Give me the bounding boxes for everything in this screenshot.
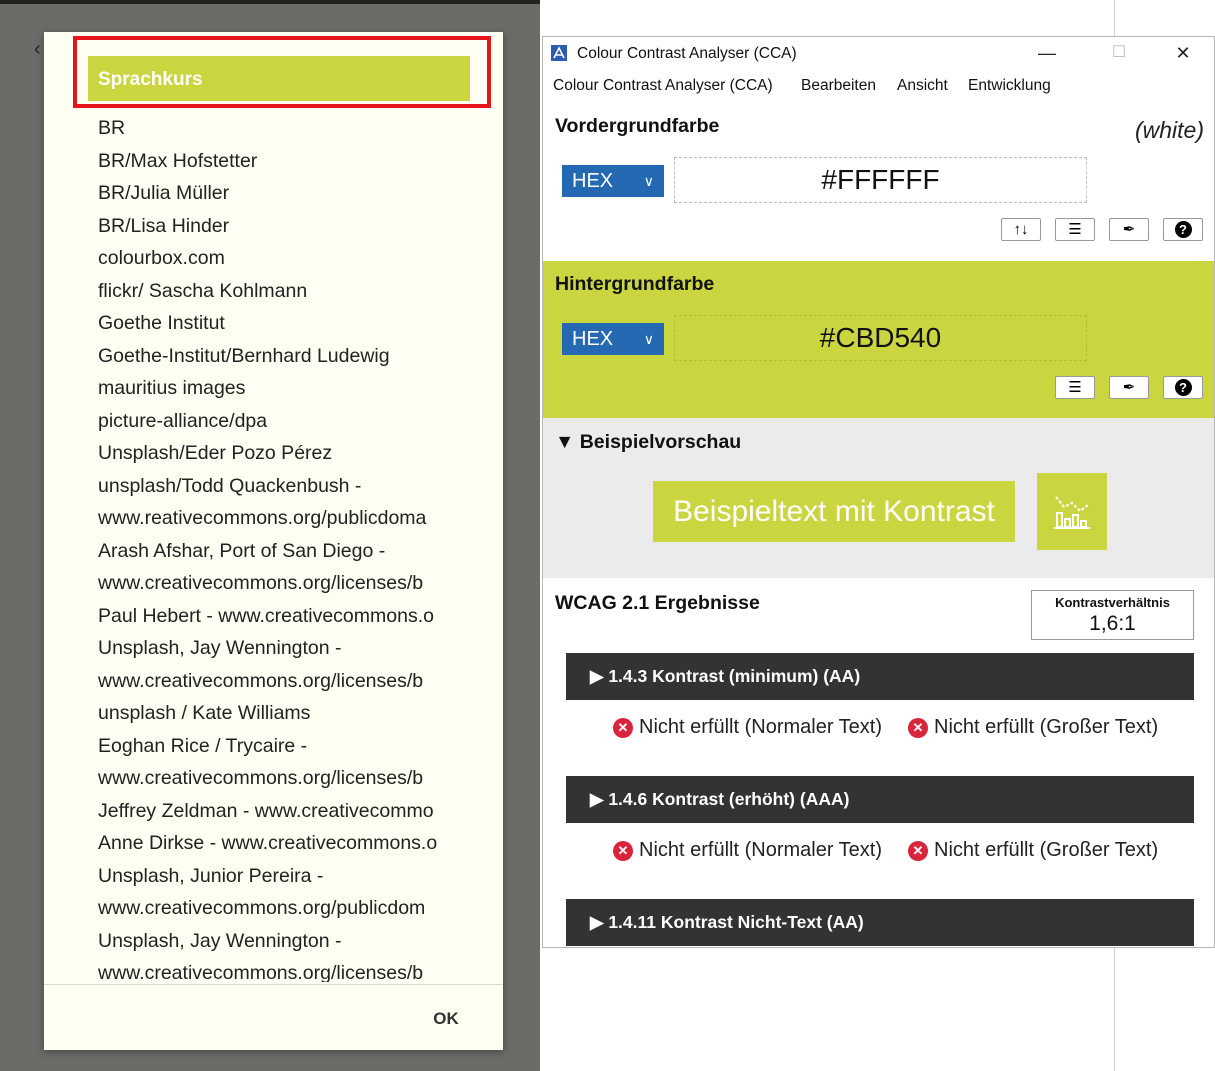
foreground-sliders-button[interactable]: ☰	[1055, 218, 1095, 241]
result-normal-text: ✕ Nicht erfüllt (Normaler Text)	[613, 715, 883, 739]
preview-section: ▼ Beispielvorschau Beispieltext mit Kont…	[543, 418, 1214, 578]
background-sliders-button[interactable]: ☰	[1055, 376, 1095, 399]
eyedropper-icon: ✒	[1122, 379, 1136, 396]
contrast-ratio-label: Kontrastverhältnis	[1055, 595, 1170, 610]
fail-icon: ✕	[908, 718, 928, 738]
list-item: Goethe-Institut/Bernhard Ludewig	[98, 344, 390, 367]
maximize-button[interactable]: ☐	[1099, 39, 1139, 67]
menu-app[interactable]: Colour Contrast Analyser (CCA)	[553, 77, 773, 95]
list-item: Unsplash, Junior Pereira -	[98, 864, 324, 887]
wcag-heading: WCAG 2.1 Ergebnisse	[555, 592, 760, 614]
chevron-down-icon: ∨	[643, 331, 654, 347]
foreground-format-select[interactable]: HEX ∨	[562, 165, 664, 197]
menu-bar: Colour Contrast Analyser (CCA) Bearbeite…	[543, 75, 1214, 99]
eyedropper-icon: ✒	[1122, 221, 1136, 238]
sample-text-preview: Beispieltext mit Kontrast	[653, 481, 1015, 542]
menu-bearbeiten[interactable]: Bearbeiten	[801, 77, 876, 95]
list-item: Unsplash, Jay Wennington -	[98, 929, 342, 952]
back-arrow-icon[interactable]: ‹	[34, 38, 41, 61]
list-item: www.creativecommons.org/licenses/b	[98, 962, 424, 982]
list-item: BR/Lisa Hinder	[98, 214, 230, 237]
criterion-1-4-3-toggle[interactable]: ▶ 1.4.3 Kontrast (minimum) (AA)	[566, 653, 1194, 700]
foreground-eyedropper-button[interactable]: ✒	[1109, 218, 1149, 241]
result-label: Nicht erfüllt (Normaler Text)	[639, 716, 883, 738]
ok-button[interactable]: OK	[416, 1004, 476, 1034]
background-eyedropper-button[interactable]: ✒	[1109, 376, 1149, 399]
list-item: www.creativecommons.org/publicdom	[98, 897, 426, 919]
result-label: Nicht erfüllt (Normaler Text)	[639, 839, 883, 861]
list-item: Arash Afshar, Port of San Diego -	[98, 539, 386, 562]
result-large-text: ✕ Nicht erfüllt (Großer Text)	[908, 715, 1208, 739]
result-label: Nicht erfüllt (Großer Text)	[934, 839, 1159, 861]
chart-icon	[1054, 496, 1090, 529]
list-item: www.reativecommons.org/publicdoma	[98, 507, 427, 529]
list-item: www.creativecommons.org/licenses/b	[98, 669, 424, 692]
fail-icon: ✕	[613, 841, 633, 861]
sample-graphic-preview	[1037, 473, 1107, 550]
foreground-help-button[interactable]: ?	[1163, 218, 1203, 241]
list-item: Jeffrey Zeldman - www.creativecommo	[98, 799, 434, 822]
foreground-color-name: (white)	[1134, 117, 1204, 143]
list-item: picture-alliance/dpa	[98, 409, 268, 432]
swap-icon: ↑↓	[1013, 221, 1029, 238]
list-item: Paul Hebert - www.creativecommons.o	[98, 604, 434, 627]
sliders-icon: ☰	[1068, 221, 1082, 238]
background-format-select[interactable]: HEX ∨	[562, 323, 664, 355]
dialog-title-bar: Sprachkurs	[88, 56, 470, 101]
sliders-icon: ☰	[1068, 379, 1082, 396]
credits-dialog: Sprachkurs BR BR/Max Hofstetter BR/Julia…	[44, 32, 503, 1050]
preview-toggle[interactable]: ▼ Beispielvorschau	[555, 431, 741, 454]
list-item: BR/Max Hofstetter	[98, 149, 258, 172]
cca-window: Colour Contrast Analyser (CCA) — ☐ ✕ Col…	[542, 36, 1215, 948]
foreground-heading: Vordergrundfarbe	[555, 115, 720, 137]
criterion-1-4-11-toggle[interactable]: ▶ 1.4.11 Kontrast Nicht-Text (AA)	[566, 899, 1194, 946]
help-icon: ?	[1174, 221, 1192, 238]
list-item: Unsplash/Eder Pozo Pérez	[98, 442, 333, 464]
dialog-title: Sprachkurs	[98, 69, 203, 90]
chevron-down-icon: ∨	[643, 173, 654, 189]
background-help-button[interactable]: ?	[1163, 376, 1203, 399]
background-section: Hintergrundfarbe HEX ∨ #CBD540 ☰ ✒ ?	[543, 261, 1214, 418]
menu-ansicht[interactable]: Ansicht	[897, 77, 948, 95]
help-icon: ?	[1174, 379, 1192, 396]
foreground-hex-input[interactable]: #FFFFFF	[674, 157, 1087, 203]
list-item: colourbox.com	[98, 247, 225, 269]
foreground-section: Vordergrundfarbe (white) HEX ∨ #FFFFFF ↑…	[543, 103, 1214, 261]
window-titlebar[interactable]: Colour Contrast Analyser (CCA) — ☐ ✕	[543, 37, 1214, 71]
background-heading: Hintergrundfarbe	[555, 273, 715, 295]
list-item: www.creativecommons.org/licenses/b	[98, 572, 424, 594]
result-normal-text: ✕ Nicht erfüllt (Normaler Text)	[613, 838, 883, 862]
fail-icon: ✕	[908, 841, 928, 861]
fail-icon: ✕	[613, 718, 633, 738]
close-button[interactable]: ✕	[1163, 39, 1203, 67]
background-hex-input[interactable]: #CBD540	[674, 315, 1087, 361]
window-title: Colour Contrast Analyser (CCA)	[577, 45, 797, 62]
wcag-results-section: WCAG 2.1 Ergebnisse Kontrastverhältnis 1…	[543, 578, 1214, 947]
list-item: BR/Julia Müller	[98, 182, 230, 204]
minimize-button[interactable]: —	[1027, 39, 1067, 67]
cca-app-icon	[551, 45, 567, 61]
list-item: www.creativecommons.org/licenses/b	[98, 767, 424, 789]
list-item: flickr/ Sascha Kohlmann	[98, 279, 308, 302]
list-item: Anne Dirkse - www.creativecommons.o	[98, 832, 438, 854]
list-item: Eoghan Rice / Trycaire -	[98, 734, 308, 757]
dialog-divider	[44, 984, 503, 985]
result-large-text: ✕ Nicht erfüllt (Großer Text)	[908, 838, 1208, 862]
format-label: HEX	[572, 170, 614, 192]
list-item: BR	[98, 117, 126, 139]
contrast-ratio-box: Kontrastverhältnis 1,6:1	[1031, 590, 1194, 640]
list-item: mauritius images	[98, 377, 246, 399]
list-item: unsplash/Todd Quackenbush -	[98, 474, 362, 497]
contrast-ratio-value: 1,6:1	[1089, 612, 1136, 635]
criterion-1-4-6-toggle[interactable]: ▶ 1.4.6 Kontrast (erhöht) (AAA)	[566, 776, 1194, 823]
menu-entwicklung[interactable]: Entwicklung	[968, 77, 1051, 95]
list-item: unsplash / Kate Williams	[98, 702, 311, 724]
list-item: Goethe Institut	[98, 312, 225, 334]
list-item: Unsplash, Jay Wennington -	[98, 637, 342, 659]
credits-list[interactable]: BR BR/Max Hofstetter BR/Julia Müller BR/…	[98, 112, 480, 982]
swap-colors-button[interactable]: ↑↓	[1001, 218, 1041, 241]
result-label: Nicht erfüllt (Großer Text)	[934, 716, 1159, 738]
format-label: HEX	[572, 328, 614, 350]
